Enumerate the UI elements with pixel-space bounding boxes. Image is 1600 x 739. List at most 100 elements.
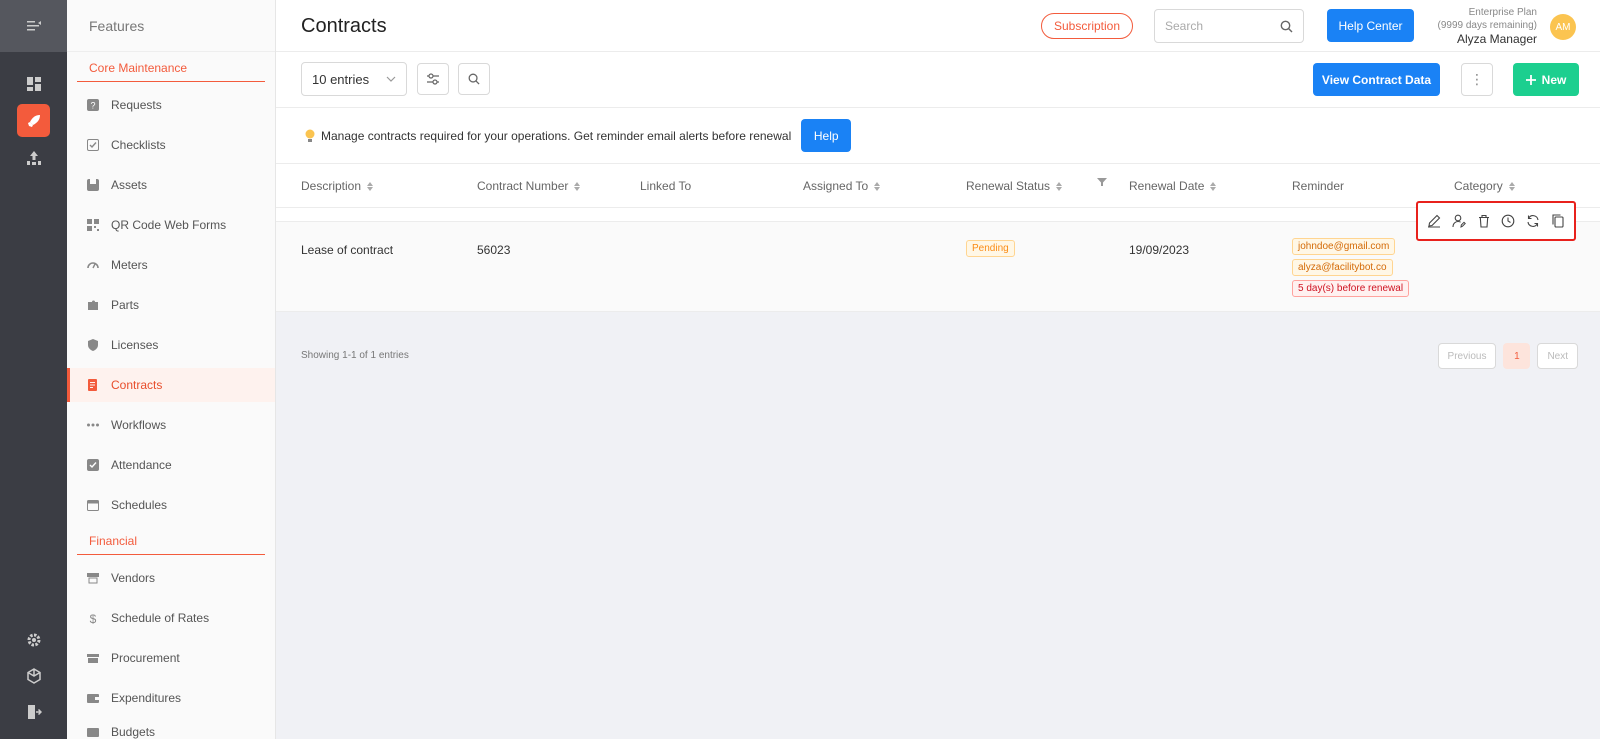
sidebar-item-label: Requests: [111, 98, 162, 112]
table-footer: Showing 1-1 of 1 entries Previous 1 Next: [276, 328, 1600, 384]
page-title: Contracts: [301, 15, 387, 37]
plan-info: Enterprise Plan (9999 days remaining) Al…: [1438, 6, 1538, 47]
sidebar-item-meters[interactable]: Meters: [67, 248, 275, 282]
col-assigned-to[interactable]: Assigned To: [803, 179, 881, 193]
sidebar-item-vendors[interactable]: Vendors: [67, 561, 275, 595]
more-options-button[interactable]: ⋮: [1461, 63, 1493, 96]
status-badge: Pending: [966, 240, 1015, 257]
previous-page-button[interactable]: Previous: [1437, 343, 1497, 369]
sidebar-item-contracts[interactable]: Contracts: [67, 368, 275, 402]
avatar[interactable]: AM: [1550, 14, 1576, 40]
search-box: [1154, 9, 1304, 43]
puzzle-icon: [87, 299, 99, 311]
entries-value: 10 entries: [312, 71, 370, 87]
sidebar-item-label: QR Code Web Forms: [111, 218, 227, 232]
dashboard-icon: [26, 76, 41, 91]
cell-renewal-date: 19/09/2023: [1129, 243, 1190, 257]
showing-count: Showing 1-1 of 1 entries: [301, 350, 409, 361]
sidebar-item-assets[interactable]: Assets: [67, 168, 275, 202]
entries-select[interactable]: 10 entries: [301, 62, 407, 96]
sidebar-item-label: Licenses: [111, 338, 159, 352]
refresh-icon: [1527, 215, 1539, 227]
sidebar-item-parts[interactable]: Parts: [67, 288, 275, 322]
sidebar-item-workflows[interactable]: Workflows: [67, 408, 275, 442]
col-renewal-date[interactable]: Renewal Date: [1129, 179, 1217, 193]
lightbulb-icon: [305, 129, 315, 142]
sidebar-item-label: Parts: [111, 298, 140, 312]
sidebar-item-requests[interactable]: ? Requests: [67, 88, 275, 122]
history-button[interactable]: [1498, 211, 1518, 231]
rocket-icon: [27, 114, 40, 127]
wallet-icon: [87, 692, 99, 704]
copy-icon: [1552, 214, 1564, 228]
help-center-button[interactable]: Help Center: [1327, 9, 1414, 42]
svg-text:$: $: [90, 612, 97, 624]
col-contract-number[interactable]: Contract Number: [477, 179, 581, 193]
search-icon[interactable]: [1280, 20, 1293, 33]
col-description[interactable]: Description: [301, 179, 374, 193]
sidebar-title: Features: [67, 0, 275, 52]
new-contract-button[interactable]: New: [1513, 63, 1579, 96]
sort-icon: [1056, 181, 1063, 191]
sidebar-item-checklists[interactable]: Checklists: [67, 128, 275, 162]
sort-icon: [874, 181, 881, 191]
table-search-button[interactable]: [458, 63, 490, 95]
sidebar-item-label: Schedule of Rates: [111, 611, 210, 625]
pencil-icon: [1428, 214, 1441, 228]
subscription-button[interactable]: Subscription: [1041, 13, 1133, 39]
duplicate-button[interactable]: [1548, 211, 1568, 231]
pagination: Previous 1 Next: [1437, 343, 1578, 369]
sidebar-item-licenses[interactable]: Licenses: [67, 328, 275, 362]
help-button[interactable]: Help: [801, 119, 852, 152]
sidebar-item-attendance[interactable]: Attendance: [67, 448, 275, 482]
sidebar-item-schedules[interactable]: Schedules: [67, 488, 275, 522]
upload-chart-icon: [26, 150, 41, 165]
cube-icon: [26, 667, 41, 684]
logout-button[interactable]: [17, 695, 50, 728]
modules-button[interactable]: [17, 659, 50, 692]
sidebar-item-procurement[interactable]: Procurement: [67, 641, 275, 675]
section-financial: Financial: [77, 534, 265, 555]
plus-icon: [1525, 74, 1536, 85]
dots-icon: [87, 419, 99, 431]
filter-settings-button[interactable]: [417, 63, 449, 95]
user-name[interactable]: Alyza Manager: [1438, 32, 1537, 47]
settings-button[interactable]: [17, 623, 50, 656]
sidebar-item-label: Assets: [111, 178, 148, 192]
reports-button[interactable]: [17, 141, 50, 174]
clock-history-icon: [1501, 214, 1515, 228]
view-contract-data-button[interactable]: View Contract Data: [1313, 63, 1440, 96]
sidebar-item-budgets[interactable]: Budgets: [67, 715, 275, 739]
contract-icon: [87, 379, 99, 391]
page-button-current[interactable]: 1: [1503, 343, 1531, 369]
sort-icon: [367, 181, 374, 191]
top-header: Contracts Subscription Help Center Enter…: [276, 0, 1600, 52]
shop-icon: [87, 652, 99, 664]
search-input[interactable]: [1165, 19, 1275, 33]
dollar-icon: $: [87, 612, 99, 624]
delete-button[interactable]: [1474, 211, 1494, 231]
col-renewal-status[interactable]: Renewal Status: [966, 179, 1063, 193]
dashboard-button[interactable]: [17, 67, 50, 100]
sidebar-item-qr-code-web-forms[interactable]: QR Code Web Forms: [67, 208, 275, 242]
assign-button[interactable]: [1449, 211, 1469, 231]
store-icon: [87, 572, 99, 584]
table-row[interactable]: Lease of contract 56023 Pending 19/09/20…: [276, 201, 1600, 312]
next-page-button[interactable]: Next: [1537, 343, 1578, 369]
sidebar-item-schedule-of-rates[interactable]: $ Schedule of Rates: [67, 601, 275, 635]
renew-button[interactable]: [1523, 211, 1543, 231]
section-core-maintenance: Core Maintenance: [77, 61, 265, 82]
collapse-icon: [26, 21, 41, 31]
col-category[interactable]: Category: [1454, 179, 1515, 193]
sidebar-item-label: Vendors: [111, 571, 156, 585]
filter-icon[interactable]: [1097, 177, 1107, 187]
toolbar: 10 entries View Contract Data ⋮ New: [276, 52, 1600, 108]
info-message: Manage contracts required for your opera…: [321, 128, 792, 143]
checklist-icon: [87, 139, 99, 151]
sidebar-item-expenditures[interactable]: Expenditures: [67, 681, 275, 715]
features-button[interactable]: [17, 104, 50, 137]
sort-icon: [574, 181, 581, 191]
collapse-menu-button[interactable]: [0, 0, 67, 52]
edit-button[interactable]: [1424, 211, 1444, 231]
reminder-email-badge: alyza@facilitybot.co: [1292, 259, 1393, 276]
